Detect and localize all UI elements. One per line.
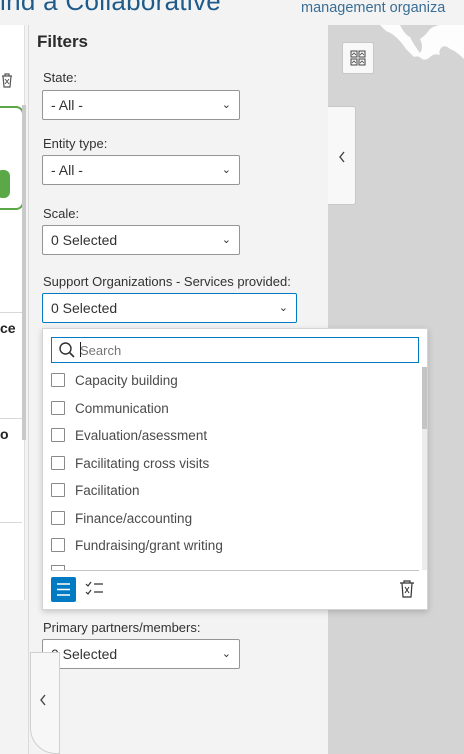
dropdown-option-label: Finance/accounting	[75, 510, 193, 526]
result-card-button[interactable]	[0, 170, 10, 198]
dropdown-option-label: Facilitation	[75, 482, 140, 498]
expand-panel-button[interactable]	[328, 106, 356, 205]
chevron-left-icon	[339, 151, 345, 163]
state-select[interactable]: - All - ⌄	[42, 90, 240, 120]
selected-items-button[interactable]	[84, 578, 106, 600]
primary-partners-value: 0 Selected	[51, 646, 118, 662]
result-item-fragment: ce	[0, 320, 16, 336]
dropdown-option[interactable]: Capacity building	[51, 370, 178, 390]
dropdown-option[interactable]: Fundraising/grant writing	[51, 535, 223, 555]
checkbox[interactable]	[51, 456, 65, 470]
support-services-select[interactable]: 0 Selected ⌄	[42, 293, 297, 323]
checkbox[interactable]	[51, 401, 65, 415]
clear-selection-button[interactable]	[398, 578, 416, 600]
search-icon	[59, 342, 75, 358]
chevron-down-icon: ⌄	[221, 99, 231, 111]
dropdown-option[interactable]: Evaluation/asessment	[51, 425, 207, 445]
text-cursor	[80, 342, 81, 357]
dropdown-option-label: Evaluation/asessment	[75, 427, 208, 443]
state-label: State:	[43, 70, 77, 85]
dropdown-option-label: Communication	[75, 400, 169, 416]
primary-partners-select[interactable]: 0 Selected ⌄	[42, 639, 240, 669]
chevron-down-icon: ⌄	[221, 648, 231, 660]
dropdown-divider	[51, 570, 419, 571]
map-land-feature	[380, 25, 464, 60]
list-icon	[57, 583, 70, 596]
dropdown-option[interactable]: Facilitating cross visits	[51, 453, 209, 473]
support-services-label: Support Organizations - Services provide…	[43, 274, 291, 289]
checkbox[interactable]	[51, 538, 65, 552]
scale-label: Scale:	[43, 206, 80, 221]
page-title: ind a Collaborative	[0, 0, 222, 16]
dropdown-option[interactable]: Facilitation	[51, 480, 140, 500]
dropdown-option-label: Facilitating cross visits	[75, 455, 210, 471]
basemap-gallery-button[interactable]	[342, 42, 374, 74]
search-input[interactable]	[80, 340, 410, 360]
chevron-down-icon: ⌄	[221, 234, 231, 246]
dropdown-option[interactable]: Communication	[51, 398, 169, 418]
support-services-value: 0 Selected	[51, 300, 118, 316]
primary-partners-label: Primary partners/members:	[43, 620, 201, 635]
basemap-gallery-icon	[350, 50, 366, 66]
dropdown-option-label: Fundraising/grant writing	[75, 537, 223, 553]
entity-type-select[interactable]: - All - ⌄	[42, 155, 240, 185]
list-divider	[0, 418, 22, 419]
dropdown-option[interactable]: Finance/accounting	[51, 508, 192, 528]
state-value: - All -	[51, 97, 83, 113]
checkbox[interactable]	[51, 483, 65, 497]
result-item-fragment: o	[0, 426, 9, 442]
chevron-down-icon: ⌄	[221, 164, 231, 176]
chevron-left-icon	[38, 692, 48, 713]
list-divider	[0, 312, 22, 313]
checklist-icon	[85, 581, 103, 595]
entity-type-label: Entity type:	[43, 136, 108, 151]
checkbox[interactable]	[51, 373, 65, 387]
trash-icon	[400, 580, 414, 598]
filters-title: Filters	[37, 32, 89, 51]
results-scrollbar[interactable]	[22, 105, 26, 440]
scale-select[interactable]: 0 Selected ⌄	[42, 225, 240, 255]
checkbox[interactable]	[51, 511, 65, 525]
dropdown-option-label: Capacity building	[75, 372, 178, 388]
chevron-down-icon: ⌄	[278, 302, 288, 314]
dropdown-scrollbar-thumb[interactable]	[422, 367, 427, 429]
page-subtitle: management organiza	[301, 0, 446, 16]
left-trash-icon[interactable]	[0, 72, 14, 91]
checkbox[interactable]	[51, 428, 65, 442]
entity-type-value: - All -	[51, 162, 83, 178]
scale-value: 0 Selected	[51, 232, 118, 248]
list-view-button[interactable]	[51, 577, 76, 602]
list-divider	[0, 522, 22, 523]
